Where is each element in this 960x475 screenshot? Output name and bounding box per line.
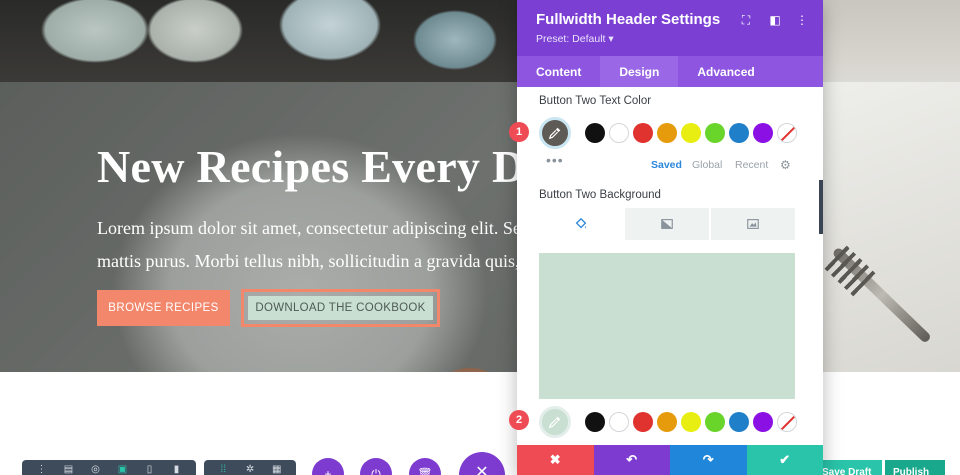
panel-tabs: Content Design Advanced (517, 56, 823, 87)
palette-tab-recent[interactable]: Recent (735, 159, 768, 171)
panel-title: Fullwidth Header Settings (536, 11, 721, 28)
gear-icon[interactable]: ⚙ (780, 158, 791, 172)
close-icon: ✕ (475, 464, 489, 475)
redo-button[interactable]: ↷ (670, 445, 747, 475)
download-cookbook-highlight[interactable]: DOWNLOAD THE COOKBOOK (241, 289, 440, 327)
background-color-picker[interactable] (539, 406, 571, 438)
split-view-icon[interactable]: ◧ (767, 12, 783, 28)
tab-content[interactable]: Content (517, 56, 600, 87)
tab-design[interactable]: Design (600, 56, 679, 87)
annotation-badge-2: 2 (509, 410, 529, 430)
save-changes-button[interactable]: ✔ (746, 445, 823, 475)
layers-icon[interactable]: ▤ (55, 463, 82, 475)
eyedropper-icon (548, 127, 561, 140)
background-color-preview[interactable] (539, 253, 795, 399)
browse-recipes-button[interactable]: BROWSE RECIPES (97, 290, 230, 326)
swatch-blue[interactable] (729, 123, 749, 143)
hero-description-line: mattis purus. Morbi tellus nibh, sollici… (97, 251, 517, 271)
palette-tab-saved[interactable]: Saved (651, 159, 682, 171)
image-icon (747, 219, 759, 229)
undo-button[interactable]: ↶ (593, 445, 670, 475)
hero-title: New Recipes Every Da (97, 141, 537, 192)
builder-toolbar-left: ⋮ ▤ ◎ ▣ ▯ ▮ (22, 460, 196, 475)
hero-description: Lorem ipsum dolor sit amet, consectetur … (97, 212, 517, 278)
swatch-orange[interactable] (657, 123, 677, 143)
swatch-none[interactable] (777, 123, 797, 143)
undo-icon: ↶ (626, 452, 638, 467)
swatch-red[interactable] (633, 412, 653, 432)
swatch-purple[interactable] (753, 123, 773, 143)
grid-icon[interactable]: ⁞⁞ (210, 463, 237, 475)
discard-button[interactable]: ✖ (517, 445, 594, 475)
settings-panel: Fullwidth Header Settings Preset: Defaul… (517, 0, 823, 475)
hero-image-top-right (823, 0, 960, 82)
button-two-background-label: Button Two Background (539, 189, 661, 201)
search-icon[interactable]: ◎ (82, 463, 109, 475)
palette-tab-global[interactable]: Global (692, 159, 722, 171)
swatch-white[interactable] (609, 412, 629, 432)
bg-tab-gradient[interactable] (625, 208, 709, 240)
more-dots-icon[interactable]: ••• (546, 152, 564, 168)
button-two-text-color-label: Button Two Text Color (539, 95, 652, 107)
settings-icon[interactable]: ✲ (237, 463, 264, 475)
panel-header: Fullwidth Header Settings Preset: Defaul… (517, 0, 823, 56)
fullscreen-icon[interactable]: ⛶ (738, 12, 754, 28)
tablet-icon[interactable]: ▯ (136, 463, 163, 475)
swatch-green[interactable] (705, 412, 725, 432)
background-type-tabs (539, 208, 795, 240)
check-icon: ✔ (779, 452, 791, 467)
preset-dropdown[interactable]: Preset: Default ▾ (536, 33, 614, 45)
tab-advanced[interactable]: Advanced (678, 56, 773, 87)
menu-icon[interactable]: ⋮ (28, 463, 55, 475)
bg-tab-color[interactable] (539, 208, 623, 240)
plus-icon: + (324, 467, 332, 475)
swatch-red[interactable] (633, 123, 653, 143)
swatch-black[interactable] (585, 412, 605, 432)
hero-right-strip (823, 82, 960, 372)
power-icon: ⏻ (371, 466, 381, 475)
swatch-purple[interactable] (753, 412, 773, 432)
panel-scrollbar[interactable] (819, 180, 823, 234)
swatch-black[interactable] (585, 123, 605, 143)
swatch-none[interactable] (777, 412, 797, 432)
builder-toolbar-middle: ⁞⁞ ✲ ▦ (204, 460, 296, 475)
gradient-icon (661, 219, 673, 229)
phone-icon[interactable]: ▮ (163, 463, 190, 475)
hero-description-line: Lorem ipsum dolor sit amet, consectetur … (97, 218, 517, 238)
swatch-green[interactable] (705, 123, 725, 143)
paint-bucket-icon (575, 217, 587, 229)
more-options-icon[interactable]: ⋮ (794, 12, 810, 28)
annotation-badge-1: 1 (509, 122, 529, 142)
publish-button[interactable]: Publish (885, 460, 945, 475)
trash-icon: 🗑 (417, 467, 433, 475)
eyedropper-icon (548, 416, 561, 429)
swatch-white[interactable] (609, 123, 629, 143)
swatch-orange[interactable] (657, 412, 677, 432)
history-icon[interactable]: ▦ (263, 463, 290, 475)
wireframe-icon[interactable]: ▣ (109, 463, 136, 475)
swatch-yellow[interactable] (681, 412, 701, 432)
text-color-picker[interactable] (539, 117, 571, 149)
swatch-blue[interactable] (729, 412, 749, 432)
close-icon: ✖ (549, 452, 561, 467)
download-cookbook-button[interactable]: DOWNLOAD THE COOKBOOK (248, 296, 433, 320)
panel-footer: ✖ ↶ ↷ ✔ (517, 445, 823, 475)
swatch-yellow[interactable] (681, 123, 701, 143)
redo-icon: ↷ (702, 452, 714, 467)
bg-tab-image[interactable] (711, 208, 795, 240)
